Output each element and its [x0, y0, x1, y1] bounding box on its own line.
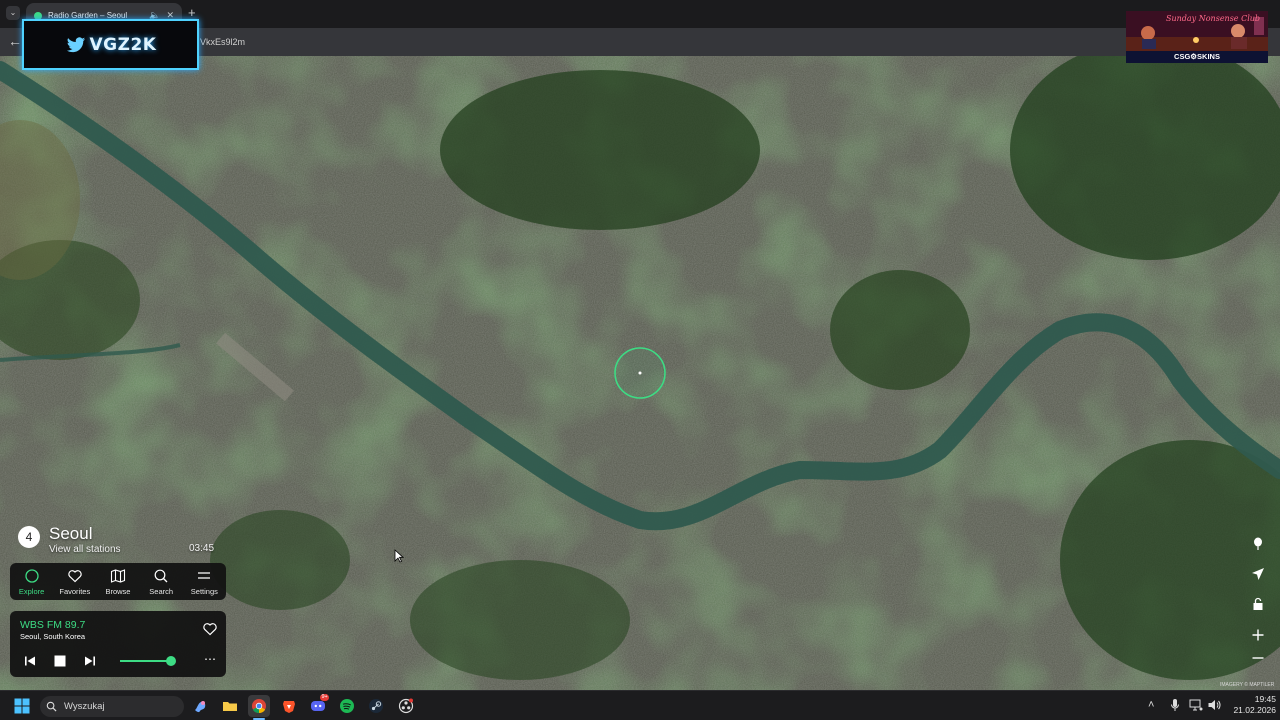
microphone-icon[interactable] [1170, 698, 1180, 712]
locate-me-button[interactable] [1246, 563, 1270, 585]
now-playing-player: WBS FM 89.7 Seoul, South Korea ⋯ [10, 611, 226, 677]
stop-icon[interactable] [53, 654, 67, 668]
nav-browse-label: Browse [105, 586, 131, 596]
station-location[interactable]: Seoul, South Korea [20, 632, 85, 641]
discord-notification-badge: 9+ [320, 694, 330, 701]
map-icon [110, 568, 126, 583]
nav-favorites-label: Favorites [59, 586, 91, 596]
zoom-in-button[interactable] [1246, 624, 1270, 646]
nav-browse[interactable]: Browse [96, 568, 139, 596]
spotify-app-button[interactable] [336, 695, 358, 717]
location-arrow-icon [1252, 568, 1264, 580]
sponsor-script-title: Sunday Nonsense Club [1166, 14, 1261, 23]
guide-button[interactable] [1246, 533, 1270, 555]
bottom-navigation: Explore Favorites Browse Search Settings [10, 563, 226, 600]
minus-icon [1252, 657, 1264, 659]
taskbar-search-placeholder: Wyszukaj [64, 701, 105, 712]
heart-icon [68, 569, 82, 582]
plus-icon [1252, 629, 1264, 641]
nav-explore[interactable]: Explore [10, 568, 53, 596]
nav-settings-label: Settings [190, 586, 218, 596]
nav-explore-label: Explore [18, 586, 45, 596]
nav-search-label: Search [149, 586, 174, 596]
search-icon [46, 701, 57, 712]
next-station-icon[interactable] [83, 654, 97, 668]
bird-icon [66, 36, 85, 52]
explore-icon [24, 568, 39, 583]
sponsor-brand: CSG⚙SKINS [1126, 51, 1268, 63]
local-time: 03:45 [189, 543, 215, 554]
windows-start-icon[interactable] [14, 698, 30, 714]
station-name[interactable]: WBS FM 89.7 [20, 619, 85, 631]
view-all-stations-link[interactable]: View all stations [49, 544, 121, 555]
obs-app-button[interactable] [395, 695, 417, 717]
chrome-icon [252, 699, 266, 714]
lock-icon [1253, 597, 1263, 610]
favorite-heart-icon[interactable] [202, 621, 218, 637]
city-title: Seoul [49, 524, 93, 543]
steam-app-button[interactable] [365, 695, 387, 717]
search-icon [154, 569, 168, 582]
mouse-cursor-icon [394, 549, 404, 563]
brave-lion-icon [283, 701, 295, 713]
menu-icon [198, 571, 211, 579]
new-tab-button[interactable]: + [188, 6, 196, 19]
screen: ⌄ Radio Garden – Seoul 🔈 ✕ + ← VkxEs9l2m… [0, 0, 1280, 720]
folder-icon [223, 702, 237, 711]
map-attribution: IMAGERY © MAPTILER [1220, 682, 1275, 688]
nav-favorites[interactable]: Favorites [53, 568, 96, 596]
volume-slider[interactable] [120, 660, 172, 662]
windows-taskbar: Wyszukaj 9+ ˄ 19:45 21.02.2026 [0, 690, 1280, 720]
streamer-logo-overlay: VGZ2K [22, 19, 199, 70]
show-hidden-icons-chevron[interactable]: ˄ [1148, 698, 1154, 712]
url-text[interactable]: VkxEs9l2m [200, 37, 245, 47]
copilot-icon [195, 701, 206, 713]
nav-search[interactable]: Search [140, 568, 183, 596]
station-count-badge: 4 [18, 526, 40, 548]
speaker-icon[interactable] [1207, 698, 1221, 712]
file-explorer-button[interactable] [219, 695, 241, 717]
copilot-app-button[interactable] [189, 695, 211, 717]
taskbar-search-box[interactable]: Wyszukaj [40, 696, 184, 717]
more-options-button[interactable]: ⋯ [204, 652, 216, 666]
taskbar-clock[interactable]: 19:45 21.02.2026 [1224, 694, 1276, 716]
brave-app-button[interactable] [278, 695, 300, 717]
discord-app-button[interactable]: 9+ [307, 694, 330, 717]
back-button[interactable]: ← [8, 33, 22, 49]
tab-search-button[interactable]: ⌄ [6, 6, 20, 20]
zoom-out-button[interactable] [1246, 647, 1270, 669]
steam-icon [369, 699, 383, 713]
nav-settings[interactable]: Settings [183, 568, 226, 596]
balloon-icon [1254, 537, 1262, 550]
previous-station-icon[interactable] [23, 654, 37, 668]
clock-time: 19:45 [1254, 694, 1276, 704]
obs-icon [398, 698, 414, 714]
lock-view-button[interactable] [1246, 593, 1270, 615]
place-header[interactable]: 4 Seoul View all stations 03:45 [18, 524, 228, 558]
network-display-icon[interactable] [1189, 698, 1203, 712]
streamer-handle: VGZ2K [89, 34, 157, 55]
chrome-app-button[interactable] [248, 695, 270, 717]
clock-date: 21.02.2026 [1233, 705, 1276, 715]
spotify-icon [340, 699, 354, 713]
sponsor-banner: Sunday Nonsense Club CSG⚙SKINS [1126, 11, 1268, 63]
volume-knob[interactable] [166, 656, 177, 666]
